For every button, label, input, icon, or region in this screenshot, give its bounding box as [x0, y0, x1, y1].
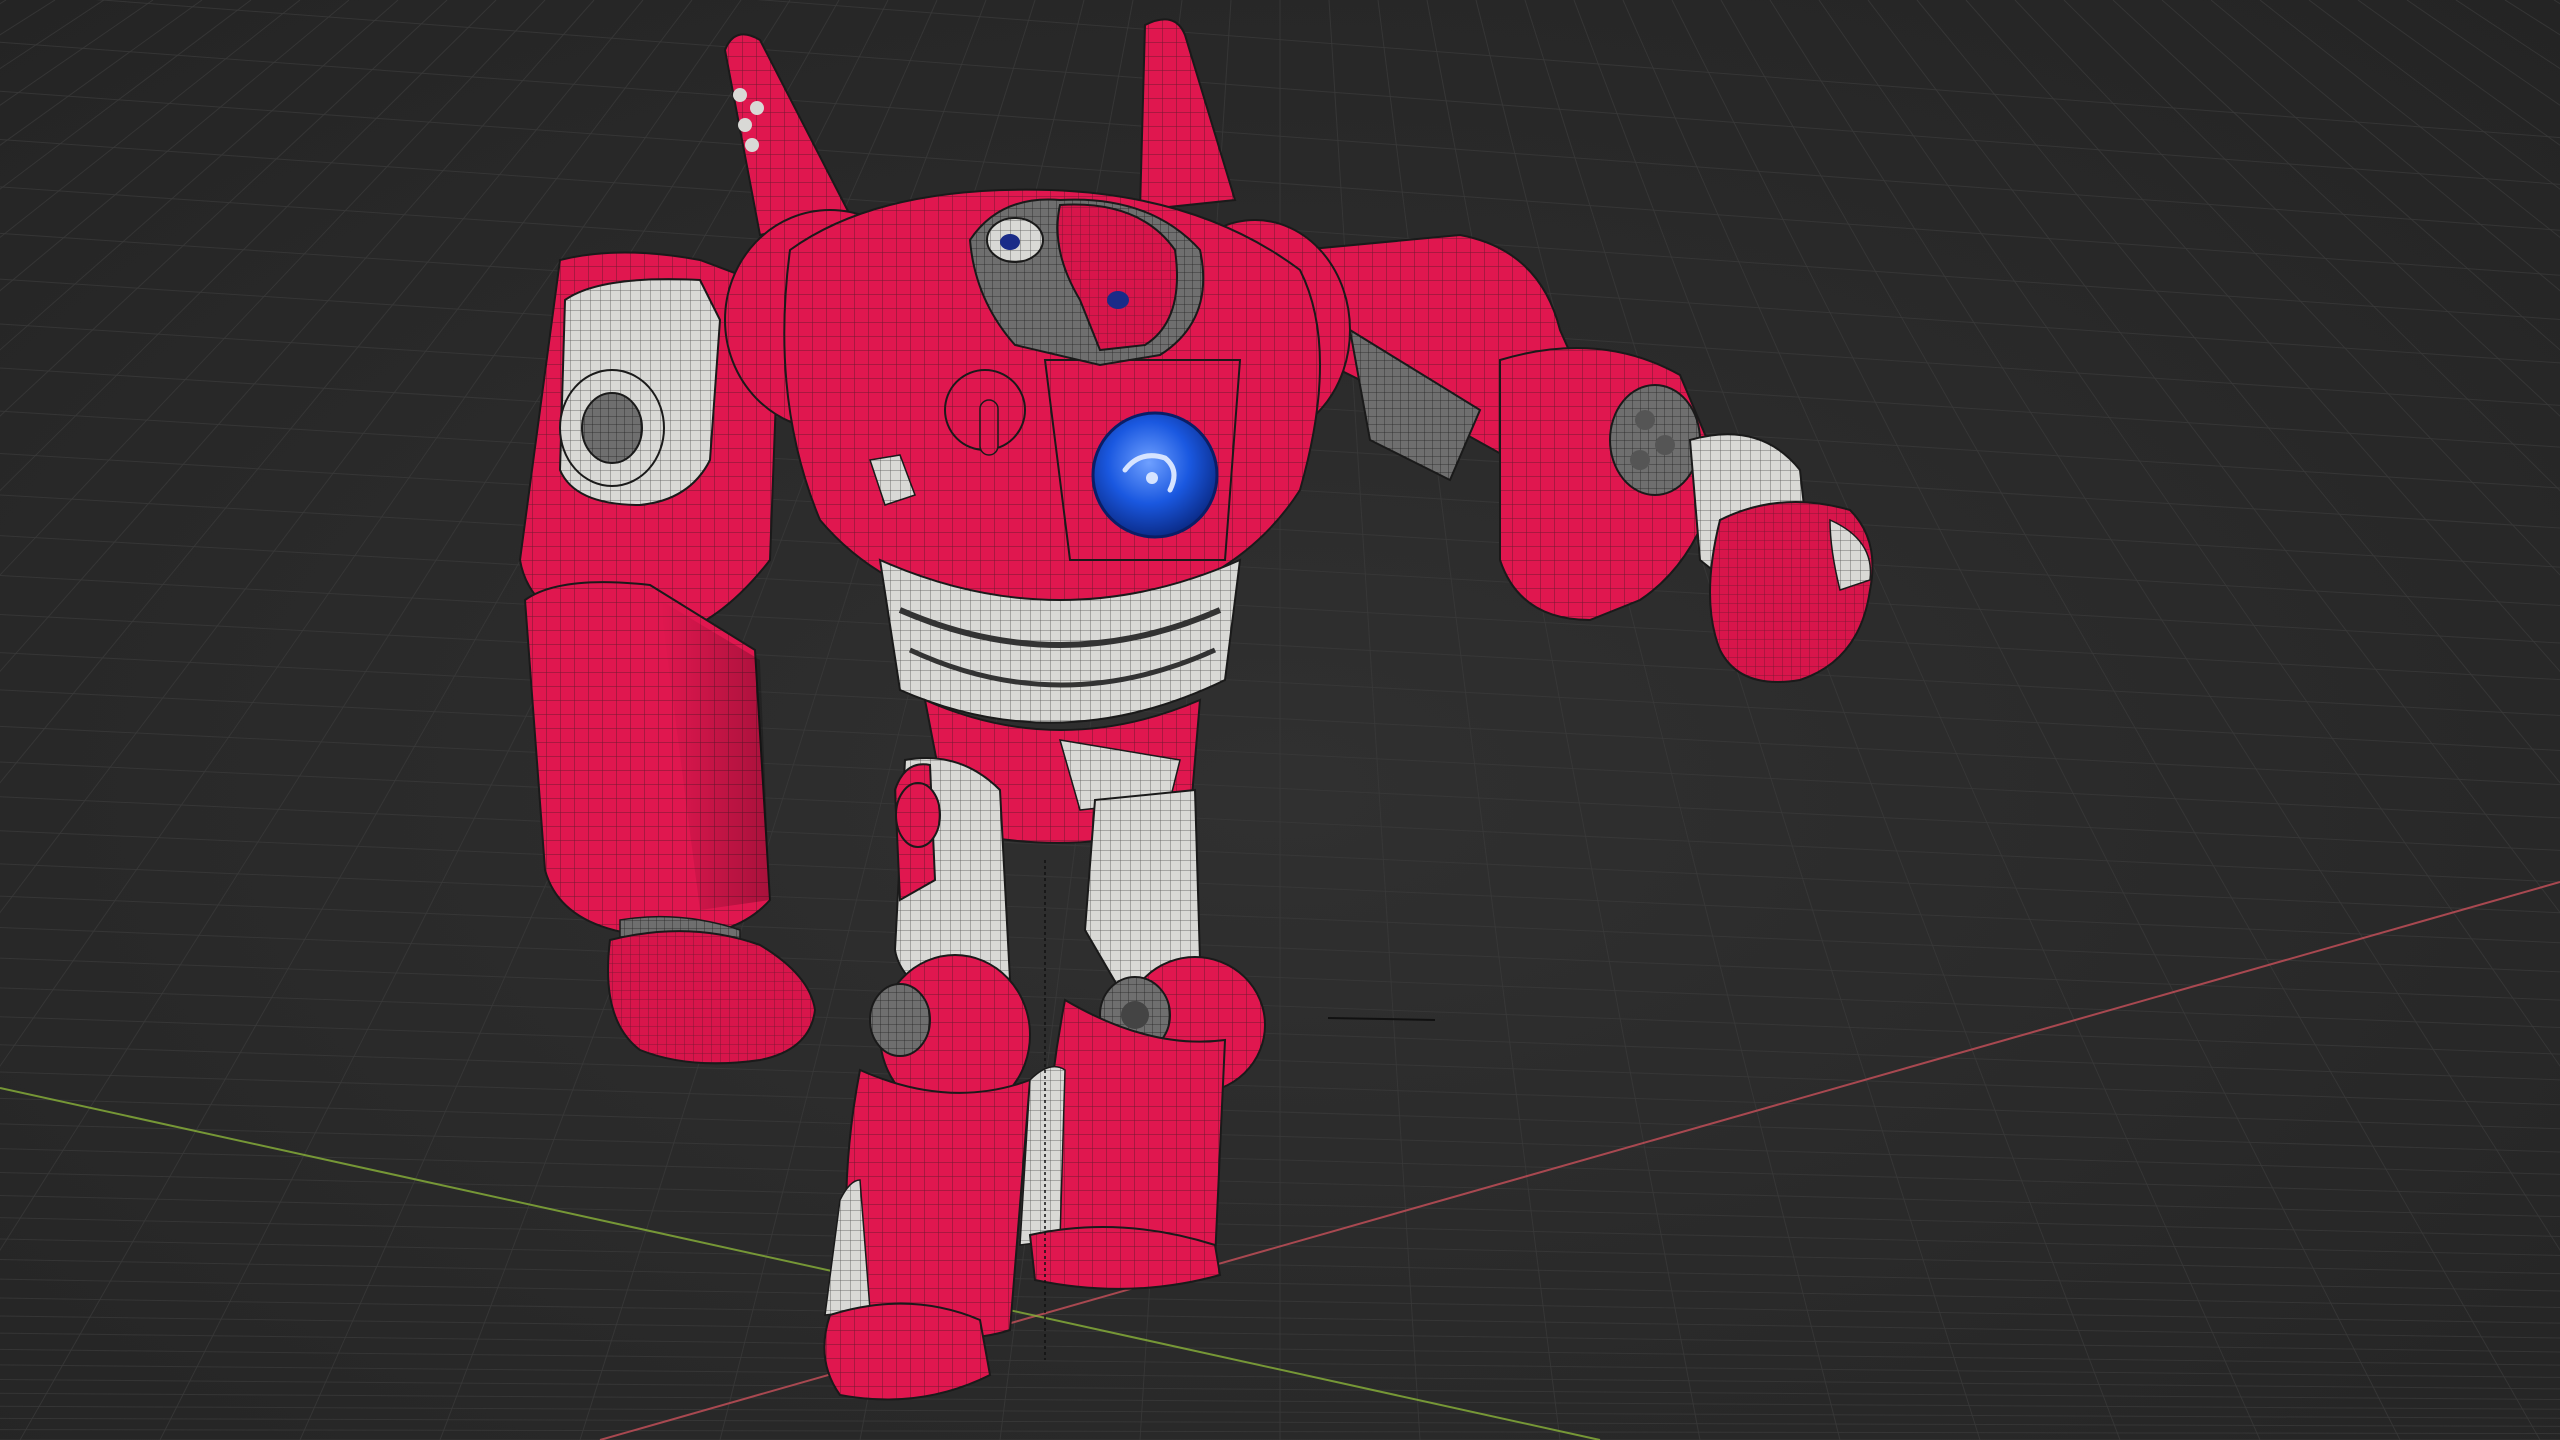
3d-viewport[interactable]	[0, 0, 2560, 1440]
chest-core[interactable]	[1043, 359, 1242, 561]
viewport-scene[interactable]	[0, 0, 2560, 1440]
